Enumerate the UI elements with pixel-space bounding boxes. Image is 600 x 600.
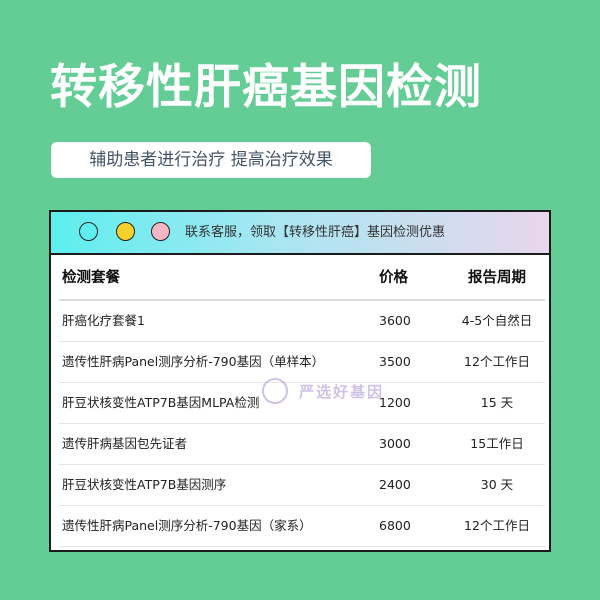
window-dot-yellow-icon [116, 222, 135, 241]
table-row: 肝豆状核变性ATP7B基因MLPA检测 1200 15 天 [59, 383, 545, 424]
window-dot-pink-icon [151, 222, 170, 241]
package-price: 6800 [379, 518, 411, 533]
table-row: 遗传性肝病Panel测序分析-790基因（单样本） 3500 12个工作日 [59, 342, 545, 383]
package-report-cycle: 12个工作日 [464, 518, 530, 533]
package-name: 遗传性肝病Panel测序分析-790基因（单样本） [62, 354, 325, 369]
contact-service-link[interactable]: 联系客服，领取【转移性肝癌】基因检测优惠 [185, 212, 445, 253]
package-report-cycle: 12个工作日 [464, 354, 530, 369]
package-price: 3500 [379, 354, 411, 369]
package-report-cycle: 15工作日 [470, 436, 524, 451]
header-report-cycle: 报告周期 [468, 270, 526, 286]
window-dot-cyan-icon [79, 222, 98, 241]
package-name: 遗传肝病基因包先证者 [62, 436, 188, 451]
package-name: 肝豆状核变性ATP7B基因测序 [62, 477, 227, 492]
table-row: 遗传性肝病Panel测序分析-790基因（家系） 6800 12个工作日 [59, 506, 545, 547]
subtitle-pill: 辅助患者进行治疗 提高治疗效果 [51, 142, 371, 178]
package-price: 3600 [379, 313, 411, 328]
page-title: 转移性肝癌基因检测 [50, 60, 482, 115]
header-package: 检测套餐 [62, 270, 120, 286]
package-report-cycle: 4-5个自然日 [461, 313, 533, 328]
table-row: 肝癌化疗套餐1 3600 4-5个自然日 [59, 301, 545, 342]
package-report-cycle: 30 天 [480, 477, 514, 492]
package-name: 肝豆状核变性ATP7B基因MLPA检测 [62, 395, 260, 410]
header-price: 价格 [379, 270, 408, 286]
price-window: 联系客服，领取【转移性肝癌】基因检测优惠 检测套餐 价格 报告周期 肝癌化疗套餐… [49, 210, 551, 552]
table-row: 遗传肝病基因包先证者 3000 15工作日 [59, 424, 545, 465]
table-row: 肝豆状核变性ATP7B基因测序 2400 30 天 [59, 465, 545, 506]
package-price: 1200 [379, 395, 411, 410]
package-name: 遗传性肝病Panel测序分析-790基因（家系） [62, 518, 312, 533]
price-table: 检测套餐 价格 报告周期 肝癌化疗套餐1 3600 4-5个自然日 遗传性肝病P… [59, 257, 545, 547]
package-name: 肝癌化疗套餐1 [62, 313, 145, 328]
package-report-cycle: 15 天 [480, 395, 514, 410]
window-title-bar: 联系客服，领取【转移性肝癌】基因检测优惠 [51, 212, 549, 255]
table-header-row: 检测套餐 价格 报告周期 [59, 257, 545, 301]
package-price: 3000 [379, 436, 411, 451]
package-price: 2400 [379, 477, 411, 492]
